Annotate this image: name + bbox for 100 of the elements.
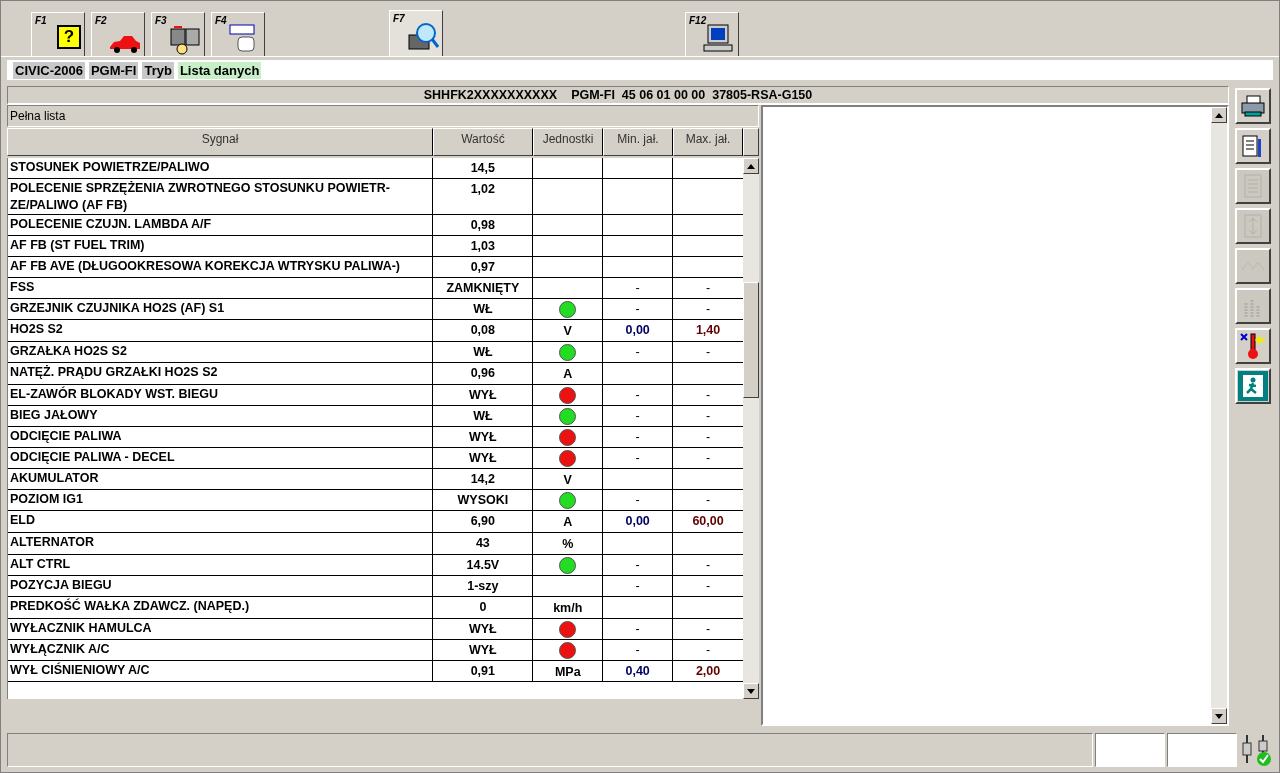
function-key-tab[interactable]: F7: [389, 10, 443, 56]
column-header[interactable]: Sygnał: [7, 128, 433, 156]
scrollbar[interactable]: [743, 158, 759, 699]
signal-cell: GRZEJNIK CZUJNIKA HO2S (AF) S1: [8, 299, 434, 319]
min-value: -: [635, 386, 640, 404]
min-value: 0,00: [625, 322, 650, 339]
tool-button[interactable]: [1235, 88, 1271, 124]
breadcrumb-item: CIVIC-2006: [13, 61, 85, 79]
unit-cell-text: MPa: [554, 663, 581, 681]
max-value: -: [705, 577, 711, 595]
connector-icon: [168, 23, 202, 55]
min-value: -: [635, 620, 640, 638]
value-cell: WYŁ: [433, 618, 534, 639]
min-value: -: [635, 577, 640, 595]
signal-cell: BIEG JAŁOWY: [8, 405, 434, 426]
signal-cell: POZIOM IG1: [8, 490, 434, 511]
status-field: [1167, 733, 1237, 767]
function-key-tab[interactable]: F3: [151, 12, 205, 56]
max-value: -: [705, 280, 711, 297]
max-value: -: [705, 492, 711, 510]
value-cell: ZAMKNIĘTY: [433, 278, 534, 298]
value-cell: 0,98: [433, 215, 534, 235]
exit-icon: [1238, 371, 1268, 401]
scroll-up-button[interactable]: [1211, 107, 1227, 123]
max-value: 60,00: [692, 513, 724, 531]
column-header[interactable]: Wartość: [433, 128, 533, 156]
min-value: -: [635, 449, 640, 467]
function-key-tab[interactable]: F1 ?: [31, 12, 85, 56]
signal-cell: AF FB AVE (DŁUGOOKRESOWA KOREKCJA WTRYSKU PALIWA-): [8, 257, 434, 277]
signal-cell: ODCIĘCIE PALIWA - DECEL: [8, 447, 434, 468]
max-value: -: [705, 343, 711, 361]
max-value: -: [705, 428, 711, 446]
min-value: -: [635, 641, 640, 659]
signal-cell: ALT CTRL: [8, 554, 434, 575]
min-value: -: [635, 556, 640, 574]
max-value: -: [705, 620, 711, 638]
column-header[interactable]: Max. jał.: [673, 128, 743, 156]
value-cell: 1-szy: [433, 575, 534, 596]
signal-cell: HO2S S2: [8, 320, 434, 341]
scroll-down-button[interactable]: [743, 683, 759, 699]
min-value: -: [635, 343, 640, 361]
signal-cell: GRZAŁKA HO2S S2: [8, 341, 434, 362]
column-header[interactable]: Jednostki: [533, 128, 603, 156]
function-key-tab[interactable]: F12: [685, 12, 739, 56]
triangle-icon: [747, 688, 755, 694]
value-cell: WŁ: [433, 299, 534, 319]
connected-plug-icon: [1239, 733, 1273, 767]
signal-cell: ODCIĘCIE PALIWA: [8, 426, 434, 447]
tool-button[interactable]: [1235, 368, 1271, 404]
signal-cell: WYŁACZNIK HAMULCA: [8, 618, 434, 639]
signal-cell: ELD: [8, 511, 434, 532]
signal-cell: EL-ZAWÓR BLOKADY WST. BIEGU: [8, 384, 434, 405]
value-cell: 14,2: [433, 468, 534, 490]
function-key-tab[interactable]: F2: [91, 12, 145, 56]
signal-cell: STOSUNEK POWIETRZE/PALIWO: [8, 158, 434, 178]
signal-cell: POLECENIE SPRZĘŻENIA ZWROTNEGO STOSUNKU POWIETR-ZE/PALIWO (AF FB): [8, 179, 434, 214]
value-cell: WŁ: [433, 341, 534, 362]
value-cell: 0,97: [433, 257, 534, 277]
breadcrumb-item: Tryb: [142, 61, 174, 79]
min-value: -: [635, 301, 640, 318]
function-key-tab[interactable]: F4: [211, 12, 265, 56]
max-value: -: [705, 641, 711, 659]
signal-cell: WYŁ CIŚNIENIOWY A/C: [8, 660, 434, 682]
value-cell: 0,08: [433, 320, 534, 341]
max-value: -: [705, 449, 711, 467]
value-cell: 1,02: [433, 179, 534, 214]
triangle-icon: [747, 163, 755, 169]
value-cell: WYŁ: [433, 384, 534, 405]
signal-cell: WYŁĄCZNIK A/C: [8, 639, 434, 660]
unit-cell-text: A: [563, 514, 573, 532]
min-value: -: [635, 280, 640, 297]
value-cell: WYSOKI: [433, 490, 534, 511]
scroll-up-button[interactable]: [743, 158, 759, 174]
signal-cell: PREDKOŚĆ WAŁKA ZDAWCZ. (NAPĘD.): [8, 596, 434, 618]
scroll-down-button[interactable]: [1211, 708, 1227, 724]
breadcrumb-item: PGM-FI: [88, 61, 139, 79]
scrollbar[interactable]: [1211, 107, 1227, 724]
min-value: -: [635, 428, 640, 446]
list-title: Pełna lista: [10, 108, 66, 125]
value-cell: WYŁ: [433, 447, 534, 468]
ecu-info-text: PGM-FI 45 06 01 00 00 37805-RSA-G150: [571, 86, 813, 104]
tool-button[interactable]: [1235, 328, 1271, 364]
triangle-icon: [1215, 713, 1223, 719]
unit-cell-text: km/h: [553, 599, 583, 617]
scrollbar-thumb[interactable]: [743, 282, 759, 398]
column-header[interactable]: Min. jał.: [603, 128, 673, 156]
status-field: [1095, 733, 1165, 767]
max-value: -: [705, 301, 711, 318]
unit-cell-text: V: [563, 323, 572, 340]
triangle-icon: [1215, 112, 1223, 118]
value-cell: 0: [433, 596, 534, 618]
max-value: 1,40: [695, 322, 721, 339]
min-value: -: [635, 492, 640, 510]
max-value: 2,00: [695, 662, 721, 680]
car-icon: [108, 33, 142, 55]
max-value: -: [705, 407, 711, 425]
value-cell: 14,5: [433, 158, 534, 178]
tool-button[interactable]: [1235, 128, 1271, 164]
signal-cell: POZYCJA BIEGU: [8, 575, 434, 596]
max-value: -: [705, 556, 711, 574]
